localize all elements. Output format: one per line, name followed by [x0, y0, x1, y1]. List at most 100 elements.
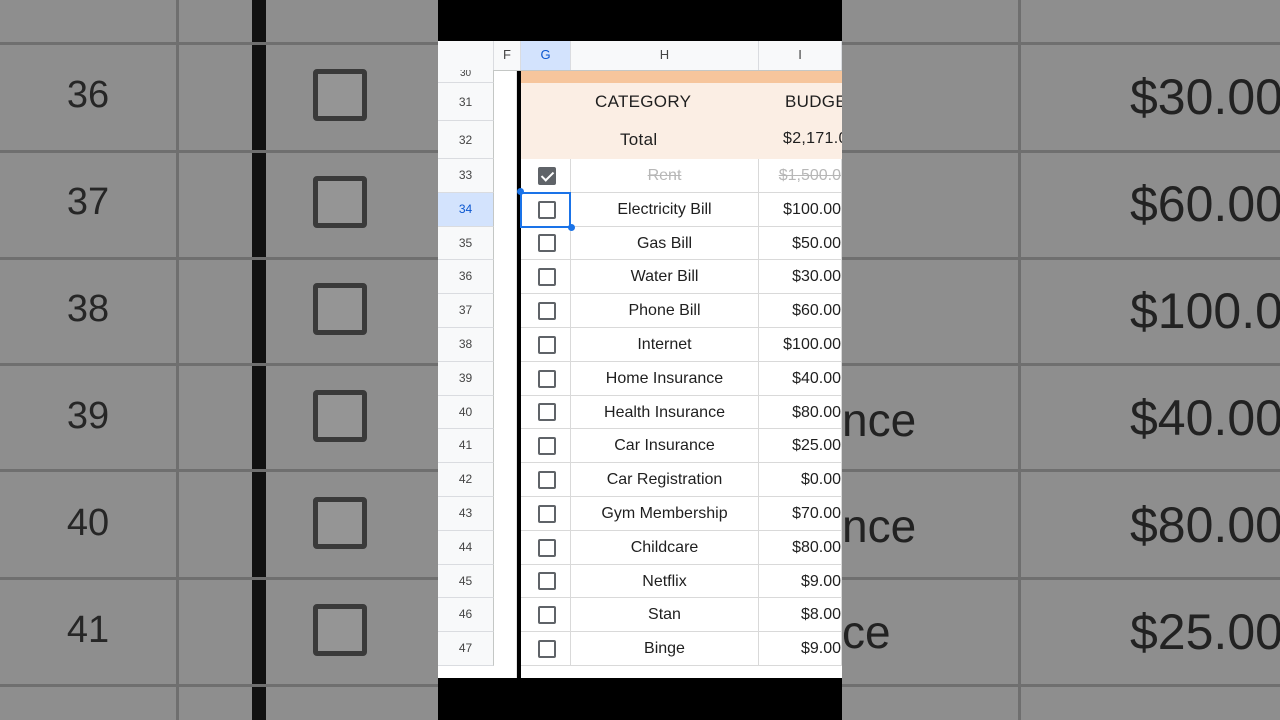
checkbox-icon[interactable]	[538, 302, 556, 321]
background-grid-line	[0, 363, 438, 366]
category-cell[interactable]: Car Registration	[571, 463, 759, 497]
row-header-42[interactable]: 42	[438, 463, 494, 497]
checkbox-cell[interactable]	[521, 260, 571, 295]
category-cell[interactable]: Childcare	[571, 530, 759, 565]
amount-cell[interactable]: $1,500.0	[759, 159, 842, 193]
row-header-44[interactable]: 44	[438, 530, 494, 565]
background-amount: $100.00	[1130, 283, 1280, 339]
background-grid-line	[0, 42, 438, 45]
amount-cell[interactable]: $8.00	[759, 598, 842, 633]
checkbox-cell[interactable]	[521, 598, 571, 633]
row-header-40[interactable]: 40	[438, 395, 494, 430]
category-cell[interactable]: Car Insurance	[571, 429, 759, 464]
column-header-i[interactable]: I	[759, 41, 842, 70]
table-left-border	[517, 71, 521, 678]
category-cell[interactable]: Binge	[571, 632, 759, 666]
background-grid-line	[842, 150, 1280, 153]
checkbox-icon[interactable]	[538, 640, 556, 659]
checkbox-cell[interactable]	[521, 497, 571, 531]
checkbox-icon[interactable]	[538, 369, 556, 388]
selected-cell-g34[interactable]	[520, 192, 571, 228]
row-header-30[interactable]: 30	[438, 70, 494, 83]
checkbox-icon[interactable]	[538, 606, 556, 625]
column-header-g[interactable]: G	[521, 41, 571, 70]
amount-cell[interactable]: $0.00	[759, 463, 842, 497]
checkbox-cell[interactable]	[521, 463, 571, 497]
checkbox-icon[interactable]	[538, 166, 556, 185]
selection-handle-top[interactable]	[517, 188, 524, 195]
amount-cell[interactable]: $100.00	[759, 192, 842, 227]
category-cell[interactable]: Health Insurance	[571, 395, 759, 430]
background-checkbox-icon	[313, 390, 367, 442]
row-header-32[interactable]: 32	[438, 121, 494, 159]
checkbox-cell[interactable]	[521, 395, 571, 430]
amount-cell[interactable]: $80.00	[759, 530, 842, 565]
checkbox-cell[interactable]	[521, 226, 571, 261]
column-header-f[interactable]: F	[494, 41, 521, 70]
amount-cell[interactable]: $9.00	[759, 632, 842, 666]
row-header-45[interactable]: 45	[438, 564, 494, 599]
row-header-39[interactable]: 39	[438, 361, 494, 396]
checkbox-cell[interactable]	[521, 429, 571, 464]
checkbox-cell[interactable]	[521, 159, 571, 193]
row-header-37[interactable]: 37	[438, 294, 494, 328]
row-header-36[interactable]: 36	[438, 260, 494, 295]
checkbox-icon[interactable]	[538, 234, 556, 253]
background-text-fragment: nce	[842, 500, 917, 552]
row-header-43[interactable]: 43	[438, 497, 494, 531]
background-checkbox-icon	[313, 176, 367, 228]
checkbox-icon[interactable]	[538, 403, 556, 422]
background-left: 36 37 38 39 40 41	[0, 0, 438, 720]
checkbox-cell[interactable]	[521, 564, 571, 599]
amount-cell[interactable]: $60.00	[759, 294, 842, 328]
row-header-31[interactable]: 31	[438, 83, 494, 121]
category-cell[interactable]: Gym Membership	[571, 497, 759, 531]
category-cell[interactable]: Internet	[571, 328, 759, 362]
background-amount: $60.00	[1130, 176, 1280, 232]
background-grid-line	[842, 684, 1280, 687]
row-header-34[interactable]: 34	[438, 192, 494, 227]
checkbox-icon[interactable]	[538, 437, 556, 456]
category-cell[interactable]: Water Bill	[571, 260, 759, 295]
background-checkbox-icon	[313, 604, 367, 656]
row-header-41[interactable]: 41	[438, 429, 494, 464]
checkbox-cell[interactable]	[521, 530, 571, 565]
checkbox-icon[interactable]	[538, 335, 556, 354]
amount-cell[interactable]: $9.00	[759, 564, 842, 599]
background-amount: $30.00	[1130, 69, 1280, 125]
background-border-line	[252, 0, 266, 720]
checkbox-cell[interactable]	[521, 632, 571, 666]
checkbox-icon[interactable]	[538, 572, 556, 591]
background-grid-line	[0, 150, 438, 153]
row-header-46[interactable]: 46	[438, 598, 494, 633]
checkbox-cell[interactable]	[521, 328, 571, 362]
row-header-35[interactable]: 35	[438, 226, 494, 261]
corner-cell[interactable]	[438, 41, 494, 70]
amount-cell[interactable]: $50.00	[759, 226, 842, 261]
checkbox-icon[interactable]	[538, 268, 556, 287]
amount-cell[interactable]: $25.00	[759, 429, 842, 464]
category-cell[interactable]: Gas Bill	[571, 226, 759, 261]
background-grid-line	[0, 469, 438, 472]
row-header-33[interactable]: 33	[438, 159, 494, 193]
amount-cell[interactable]: $100.00	[759, 328, 842, 362]
checkbox-cell[interactable]	[521, 294, 571, 328]
category-cell[interactable]: Netflix	[571, 564, 759, 599]
checkbox-icon[interactable]	[538, 504, 556, 523]
checkbox-icon[interactable]	[538, 471, 556, 490]
category-cell[interactable]: Rent	[571, 159, 759, 193]
category-cell[interactable]: Home Insurance	[571, 361, 759, 396]
category-cell[interactable]: Electricity Bill	[571, 192, 759, 227]
amount-cell[interactable]: $30.00	[759, 260, 842, 295]
row-header-38[interactable]: 38	[438, 328, 494, 362]
checkbox-icon[interactable]	[538, 538, 556, 557]
amount-cell[interactable]: $80.00	[759, 395, 842, 430]
amount-cell[interactable]: $70.00	[759, 497, 842, 531]
checkbox-cell[interactable]	[521, 361, 571, 396]
column-header-h[interactable]: H	[571, 41, 759, 70]
row-header-47[interactable]: 47	[438, 632, 494, 666]
category-cell[interactable]: Phone Bill	[571, 294, 759, 328]
selection-handle-bottom[interactable]	[568, 224, 575, 231]
amount-cell[interactable]: $40.00	[759, 361, 842, 396]
category-cell[interactable]: Stan	[571, 598, 759, 633]
